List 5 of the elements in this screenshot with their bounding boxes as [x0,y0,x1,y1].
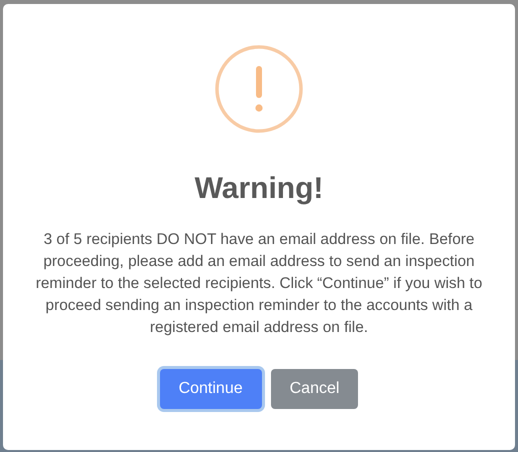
continue-button[interactable]: Continue [160,369,262,409]
dialog-message: 3 of 5 recipients DO NOT have an email address on file. Before proceeding, please add an email address to send an inspection reminder to the selected recipients. Click “Continue” if you wish to proceed sending an inspection reminder to the accounts with a registered email address on file. [34,230,484,338]
cancel-button[interactable]: Cancel [270,369,358,409]
dialog-title: Warning! [194,171,324,207]
warning-icon [215,45,303,133]
